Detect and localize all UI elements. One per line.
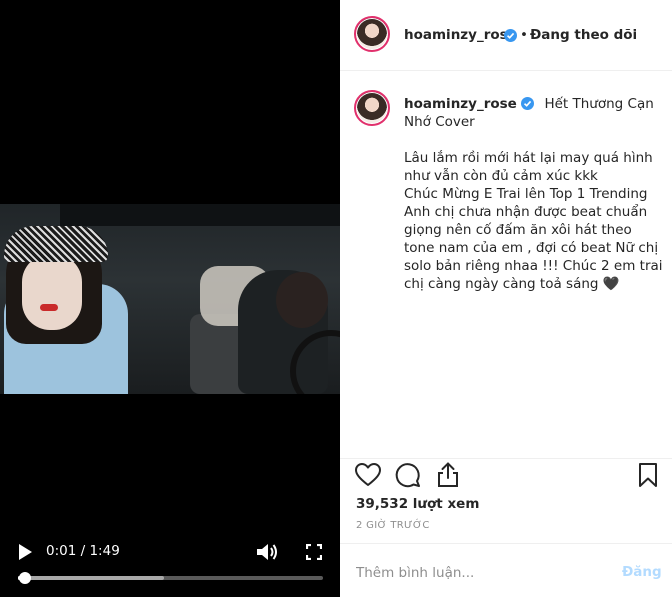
bookmark-icon[interactable] bbox=[634, 461, 662, 489]
following-button[interactable]: Đang theo dõi bbox=[530, 27, 637, 43]
volume-icon[interactable] bbox=[256, 542, 278, 562]
heart-icon[interactable] bbox=[354, 461, 382, 489]
caption-title-cont: Nhớ Cover bbox=[404, 114, 475, 130]
buffer-bar bbox=[18, 576, 165, 580]
caption-avatar[interactable] bbox=[354, 90, 390, 126]
post-panel: hoaminzy_rose • Đang theo dõi hoaminzy_r… bbox=[340, 0, 672, 597]
fullscreen-icon[interactable] bbox=[306, 544, 322, 560]
progress-handle[interactable] bbox=[19, 572, 31, 584]
header-username[interactable]: hoaminzy_rose bbox=[404, 27, 517, 43]
comment-icon[interactable] bbox=[394, 461, 422, 489]
verified-icon bbox=[504, 29, 517, 42]
post-button[interactable]: Đăng bbox=[622, 564, 662, 580]
video-frame[interactable] bbox=[0, 204, 340, 394]
caption-title: Hết Thương Cạn bbox=[544, 96, 654, 112]
caption-block: hoaminzy_rose Hết Thương Cạn Nhớ Cover L… bbox=[340, 70, 672, 458]
comment-bar: Đăng bbox=[340, 543, 672, 598]
post-viewer: 0:01 / 1:49 hoaminzy_rose • Đang theo dõ… bbox=[0, 0, 672, 597]
share-icon[interactable] bbox=[434, 461, 462, 489]
avatar[interactable] bbox=[354, 16, 390, 52]
caption-body: Lâu lắm rồi mới hát lại may quá hình như… bbox=[404, 150, 663, 292]
progress-track[interactable] bbox=[18, 576, 323, 580]
separator-dot: • bbox=[520, 27, 528, 43]
video-player[interactable]: 0:01 / 1:49 bbox=[0, 0, 340, 597]
comment-input[interactable] bbox=[354, 562, 598, 584]
view-count[interactable]: 39,532 lượt xem bbox=[356, 496, 479, 512]
play-icon[interactable] bbox=[16, 543, 34, 561]
post-header: hoaminzy_rose • Đang theo dõi bbox=[340, 0, 672, 71]
action-bar bbox=[340, 458, 672, 495]
post-time[interactable]: 2 GIỜ TRƯỚC bbox=[356, 520, 430, 531]
verified-icon bbox=[521, 97, 535, 110]
caption-head: hoaminzy_rose Hết Thương Cạn bbox=[404, 95, 666, 113]
current-time: 0:01 bbox=[46, 543, 77, 559]
video-time: 0:01 / 1:49 bbox=[46, 543, 120, 559]
caption-username[interactable]: hoaminzy_rose bbox=[404, 96, 517, 112]
total-time: 1:49 bbox=[89, 543, 120, 559]
